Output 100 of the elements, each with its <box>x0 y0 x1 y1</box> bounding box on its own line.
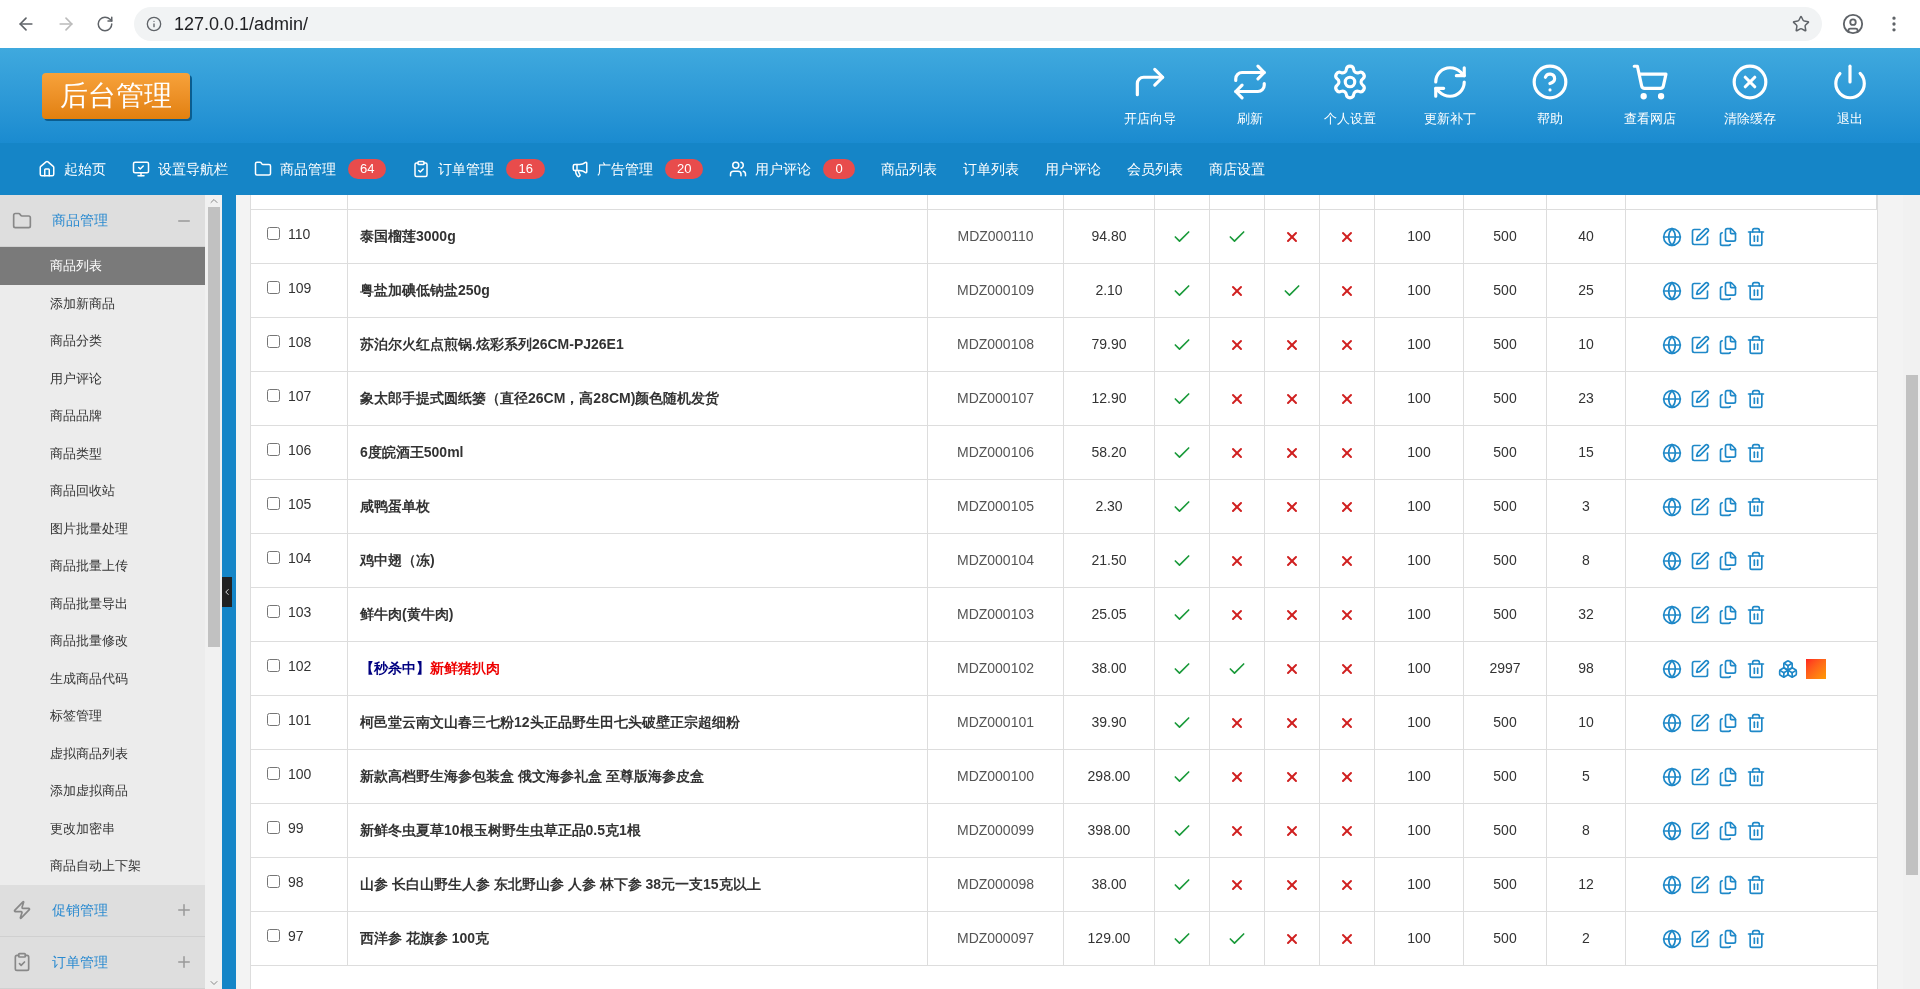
account-icon[interactable] <box>1842 13 1864 35</box>
row-checkbox[interactable] <box>267 875 280 888</box>
globe-icon[interactable] <box>1662 550 1682 571</box>
trash-icon[interactable] <box>1746 496 1766 517</box>
sidebar-group[interactable]: 订单管理 <box>0 936 205 989</box>
sidebar-item[interactable]: 商品批量修改 <box>0 622 205 660</box>
trash-icon[interactable] <box>1746 280 1766 301</box>
toolbar-button[interactable]: 查看网店 <box>1600 62 1700 129</box>
globe-icon[interactable] <box>1662 712 1682 733</box>
sidebar-group[interactable]: 促销管理 <box>0 884 205 937</box>
edit-icon[interactable] <box>1690 334 1710 355</box>
sidebar-item[interactable]: 图片批量处理 <box>0 509 205 547</box>
globe-icon[interactable] <box>1662 604 1682 625</box>
edit-icon[interactable] <box>1690 766 1710 787</box>
nav-link[interactable]: 会员列表 <box>1126 158 1183 180</box>
trash-icon[interactable] <box>1746 442 1766 463</box>
copy-icon[interactable] <box>1718 928 1738 949</box>
sidebar-item[interactable]: 用户评论 <box>0 359 205 397</box>
row-checkbox[interactable] <box>267 929 280 942</box>
edit-icon[interactable] <box>1690 442 1710 463</box>
row-checkbox[interactable] <box>267 227 280 240</box>
sidebar-item[interactable]: 标签管理 <box>0 697 205 735</box>
edit-icon[interactable] <box>1690 820 1710 841</box>
row-checkbox[interactable] <box>267 281 280 294</box>
copy-icon[interactable] <box>1718 712 1738 733</box>
row-checkbox[interactable] <box>267 767 280 780</box>
globe-icon[interactable] <box>1662 820 1682 841</box>
globe-icon[interactable] <box>1662 496 1682 517</box>
row-checkbox[interactable] <box>267 551 280 564</box>
globe-icon[interactable] <box>1662 658 1682 679</box>
row-checkbox[interactable] <box>267 389 280 402</box>
toolbar-button[interactable]: 个人设置 <box>1300 62 1400 129</box>
nav-link[interactable]: 商品管理 64 <box>254 158 387 180</box>
copy-icon[interactable] <box>1718 550 1738 571</box>
sidebar-item[interactable]: 生成商品代码 <box>0 659 205 697</box>
edit-icon[interactable] <box>1690 496 1710 517</box>
sidebar-item[interactable]: 商品批量导出 <box>0 584 205 622</box>
copy-icon[interactable] <box>1718 658 1738 679</box>
nav-link[interactable]: 商品列表 <box>880 158 937 180</box>
trash-icon[interactable] <box>1746 604 1766 625</box>
copy-icon[interactable] <box>1718 874 1738 895</box>
sidebar-item[interactable]: 商品批量上传 <box>0 547 205 585</box>
row-checkbox[interactable] <box>267 497 280 510</box>
row-checkbox[interactable] <box>267 659 280 672</box>
star-icon[interactable] <box>1792 15 1810 33</box>
trash-icon[interactable] <box>1746 334 1766 355</box>
globe-icon[interactable] <box>1662 766 1682 787</box>
edit-icon[interactable] <box>1690 226 1710 247</box>
nav-link[interactable]: 用户评论 <box>1044 158 1101 180</box>
row-checkbox[interactable] <box>267 713 280 726</box>
copy-icon[interactable] <box>1718 226 1738 247</box>
sidebar-item[interactable]: 虚拟商品列表 <box>0 734 205 772</box>
edit-icon[interactable] <box>1690 874 1710 895</box>
trash-icon[interactable] <box>1746 658 1766 679</box>
edit-icon[interactable] <box>1690 928 1710 949</box>
caret-icon[interactable] <box>222 587 232 597</box>
row-checkbox[interactable] <box>267 605 280 618</box>
toolbar-button[interactable]: 更新补丁 <box>1400 62 1500 129</box>
nav-link[interactable]: 起始页 <box>38 158 106 180</box>
nav-link[interactable]: 订单管理 16 <box>412 158 545 180</box>
sidebar-item[interactable]: 商品回收站 <box>0 472 205 510</box>
sidebar-item[interactable]: 添加新商品 <box>0 284 205 322</box>
sidebar-item[interactable]: 商品类型 <box>0 434 205 472</box>
globe-icon[interactable] <box>1662 226 1682 247</box>
nav-link[interactable]: 商店设置 <box>1208 158 1265 180</box>
copy-icon[interactable] <box>1718 334 1738 355</box>
sidebar-item[interactable]: 商品自动上下架 <box>0 847 205 885</box>
row-checkbox[interactable] <box>267 335 280 348</box>
nav-link[interactable]: 订单列表 <box>962 158 1019 180</box>
edit-icon[interactable] <box>1690 280 1710 301</box>
globe-icon[interactable] <box>1662 442 1682 463</box>
globe-icon[interactable] <box>1662 280 1682 301</box>
toolbar-button[interactable]: 帮助 <box>1500 62 1600 129</box>
toolbar-button[interactable]: 开店向导 <box>1100 62 1200 129</box>
copy-icon[interactable] <box>1718 766 1738 787</box>
toolbar-button[interactable]: 清除缓存 <box>1700 62 1800 129</box>
trash-icon[interactable] <box>1746 550 1766 571</box>
edit-icon[interactable] <box>1690 658 1710 679</box>
trash-icon[interactable] <box>1746 820 1766 841</box>
gradient-swatch-icon[interactable] <box>1806 658 1826 679</box>
edit-icon[interactable] <box>1690 604 1710 625</box>
globe-icon[interactable] <box>1662 874 1682 895</box>
edit-icon[interactable] <box>1690 388 1710 409</box>
sidebar-item[interactable]: 商品品牌 <box>0 397 205 435</box>
nav-link[interactable]: 用户评论 0 <box>729 158 855 180</box>
sidebar-item[interactable]: 商品列表 <box>0 247 205 285</box>
row-checkbox[interactable] <box>267 821 280 834</box>
globe-icon[interactable] <box>1662 928 1682 949</box>
copy-icon[interactable] <box>1718 388 1738 409</box>
sidebar-item[interactable]: 商品分类 <box>0 322 205 360</box>
globe-icon[interactable] <box>1662 334 1682 355</box>
collapse-toggle[interactable] <box>222 577 232 607</box>
copy-icon[interactable] <box>1718 604 1738 625</box>
trash-icon[interactable] <box>1746 766 1766 787</box>
copy-icon[interactable] <box>1718 496 1738 517</box>
edit-icon[interactable] <box>1690 712 1710 733</box>
edit-icon[interactable] <box>1690 550 1710 571</box>
nav-link[interactable]: 设置导航栏 <box>132 158 228 180</box>
trash-icon[interactable] <box>1746 928 1766 949</box>
globe-icon[interactable] <box>1662 388 1682 409</box>
